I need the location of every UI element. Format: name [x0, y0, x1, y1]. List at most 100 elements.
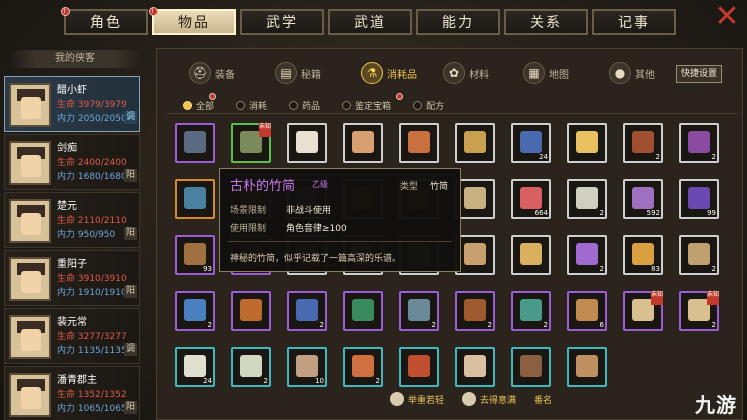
item-icon — [576, 243, 598, 265]
status-label: 番名 — [534, 395, 553, 406]
item-slot[interactable] — [455, 123, 495, 163]
item-slot[interactable] — [511, 347, 551, 387]
item-count: 24 — [539, 153, 548, 161]
item-slot[interactable] — [399, 123, 439, 163]
category-label: 装备 — [215, 69, 235, 81]
character-card[interactable]: 剑痴 生命 2400/2400 内力 1680/1680 阳 — [4, 134, 140, 190]
tooltip-scene-value: 非战斗使用 — [286, 206, 332, 216]
item-slot[interactable]: 2 — [231, 347, 271, 387]
character-card[interactable]: 楚元 生命 2110/2110 内力 950/950 阳 — [4, 192, 140, 248]
tab-2[interactable]: 武学 — [240, 9, 324, 35]
item-count: 83 — [651, 265, 660, 273]
category-tab-0[interactable]: ⛑ 装备 — [189, 55, 235, 91]
item-slot[interactable]: 2 — [623, 123, 663, 163]
item-slot[interactable]: 592 — [623, 179, 663, 219]
character-card[interactable]: 重阳子 生命 3910/3910 内力 1910/1910 阳 — [4, 250, 140, 306]
character-card[interactable]: 潘青郡主 生命 1352/1352 内力 1065/1065 阳 — [4, 366, 140, 420]
radio-button[interactable] — [289, 101, 299, 110]
item-slot[interactable]: 2 — [455, 291, 495, 331]
item-slot[interactable]: 2 — [679, 123, 719, 163]
tab-1[interactable]: ! 物品 — [149, 7, 236, 35]
item-slot[interactable]: 2 — [567, 179, 607, 219]
tab-label: 物品 — [178, 15, 210, 31]
item-slot[interactable]: 2 未知 — [679, 291, 719, 331]
item-slot[interactable] — [175, 123, 215, 163]
filter-option-0[interactable]: 全部 — [183, 93, 216, 112]
tooltip-description: 神秘的竹简，似乎记载了一篇高深的乐谱。 — [230, 254, 402, 264]
status-item-2: 番名 — [534, 392, 552, 406]
item-slot[interactable]: 24 — [511, 123, 551, 163]
item-slot[interactable]: 2 — [343, 347, 383, 387]
avatar — [9, 373, 51, 417]
item-slot[interactable]: 93 — [175, 235, 215, 275]
item-slot[interactable]: 2 — [287, 291, 327, 331]
item-slot[interactable]: 未知 — [231, 123, 271, 163]
item-slot[interactable]: 未知 — [623, 291, 663, 331]
character-card[interactable]: 裴元常 生命 3277/3277 内力 1135/1135 调 — [4, 308, 140, 364]
item-slot[interactable] — [343, 123, 383, 163]
item-slot[interactable]: 2 — [399, 291, 439, 331]
filter-option-2[interactable]: 药品 — [289, 99, 320, 112]
category-tab-5[interactable]: ● 其他 — [609, 55, 655, 91]
item-slot[interactable]: 2 — [567, 235, 607, 275]
category-tab-3[interactable]: ✿ 材料 — [443, 55, 489, 91]
status-item-1: 去得意满 — [462, 392, 516, 406]
tab-0[interactable]: ! 角色 — [61, 7, 148, 35]
item-slot[interactable]: 83 — [623, 235, 663, 275]
filter-option-4[interactable]: 配方 — [413, 99, 444, 112]
item-slot[interactable]: 2 — [511, 291, 551, 331]
item-icon — [520, 299, 542, 321]
item-slot[interactable] — [455, 235, 495, 275]
filter-label: 配方 — [426, 102, 445, 112]
filter-option-1[interactable]: 消耗 — [236, 99, 267, 112]
item-slot[interactable] — [343, 291, 383, 331]
tooltip-scene-label: 场景限制 — [230, 206, 267, 216]
item-slot[interactable] — [175, 179, 215, 219]
character-name: 剑痴 — [57, 143, 77, 154]
item-slot[interactable]: 99 — [679, 179, 719, 219]
tab-5[interactable]: 关系 — [504, 9, 588, 35]
tooltip-use-label: 使用限制 — [230, 224, 267, 234]
filter-bar: 全部 消耗 药品 鉴定宝箱 配方 — [183, 93, 444, 112]
filter-label: 鉴定宝箱 — [355, 102, 392, 112]
filter-label: 消耗 — [249, 102, 268, 112]
radio-button[interactable] — [413, 101, 423, 110]
item-slot[interactable]: 24 — [175, 347, 215, 387]
close-icon[interactable]: ✕ — [713, 2, 741, 32]
category-label: 其他 — [635, 69, 655, 81]
tab-4[interactable]: 能力 — [416, 9, 500, 35]
category-tab-4[interactable]: ▦ 地图 — [523, 55, 569, 91]
item-slot[interactable] — [455, 347, 495, 387]
item-count: 24 — [203, 377, 212, 385]
category-bar: ⛑ 装备 ▤ 秘籍 ⚗ 消耗品 ✿ 材料 ▦ 地图 ● 其他 — [157, 55, 742, 91]
item-count: 664 — [534, 209, 548, 217]
quick-settings-button[interactable]: 快捷设置 — [676, 65, 722, 83]
avatar — [9, 257, 51, 301]
radio-button[interactable] — [236, 101, 246, 110]
tab-6[interactable]: 记事 — [592, 9, 676, 35]
item-slot[interactable] — [567, 347, 607, 387]
character-card[interactable]: 醋小虾 生命 3979/3979 内力 2050/2050 调 — [4, 76, 140, 132]
item-slot[interactable] — [231, 291, 271, 331]
radio-button[interactable] — [183, 101, 192, 110]
item-slot[interactable]: 2 — [175, 291, 215, 331]
item-icon — [240, 355, 262, 377]
item-slot[interactable]: 2 — [679, 235, 719, 275]
item-slot[interactable]: 664 — [511, 179, 551, 219]
category-tab-1[interactable]: ▤ 秘籍 — [275, 55, 321, 91]
filter-option-3[interactable]: 鉴定宝箱 — [342, 93, 404, 112]
tab-3[interactable]: 武道 — [328, 9, 412, 35]
item-slot[interactable] — [287, 123, 327, 163]
category-tab-2[interactable]: ⚗ 消耗品 — [361, 55, 417, 91]
item-icon — [408, 299, 430, 321]
radio-button[interactable] — [342, 101, 352, 110]
character-hp: 生命 3277/3277 — [57, 332, 127, 342]
category-label: 秘籍 — [301, 69, 321, 81]
item-slot[interactable] — [455, 179, 495, 219]
item-slot[interactable] — [511, 235, 551, 275]
item-slot[interactable] — [399, 347, 439, 387]
item-slot[interactable]: 10 — [287, 347, 327, 387]
item-slot[interactable]: 6 — [567, 291, 607, 331]
item-count: 6 — [599, 321, 604, 329]
item-slot[interactable] — [567, 123, 607, 163]
